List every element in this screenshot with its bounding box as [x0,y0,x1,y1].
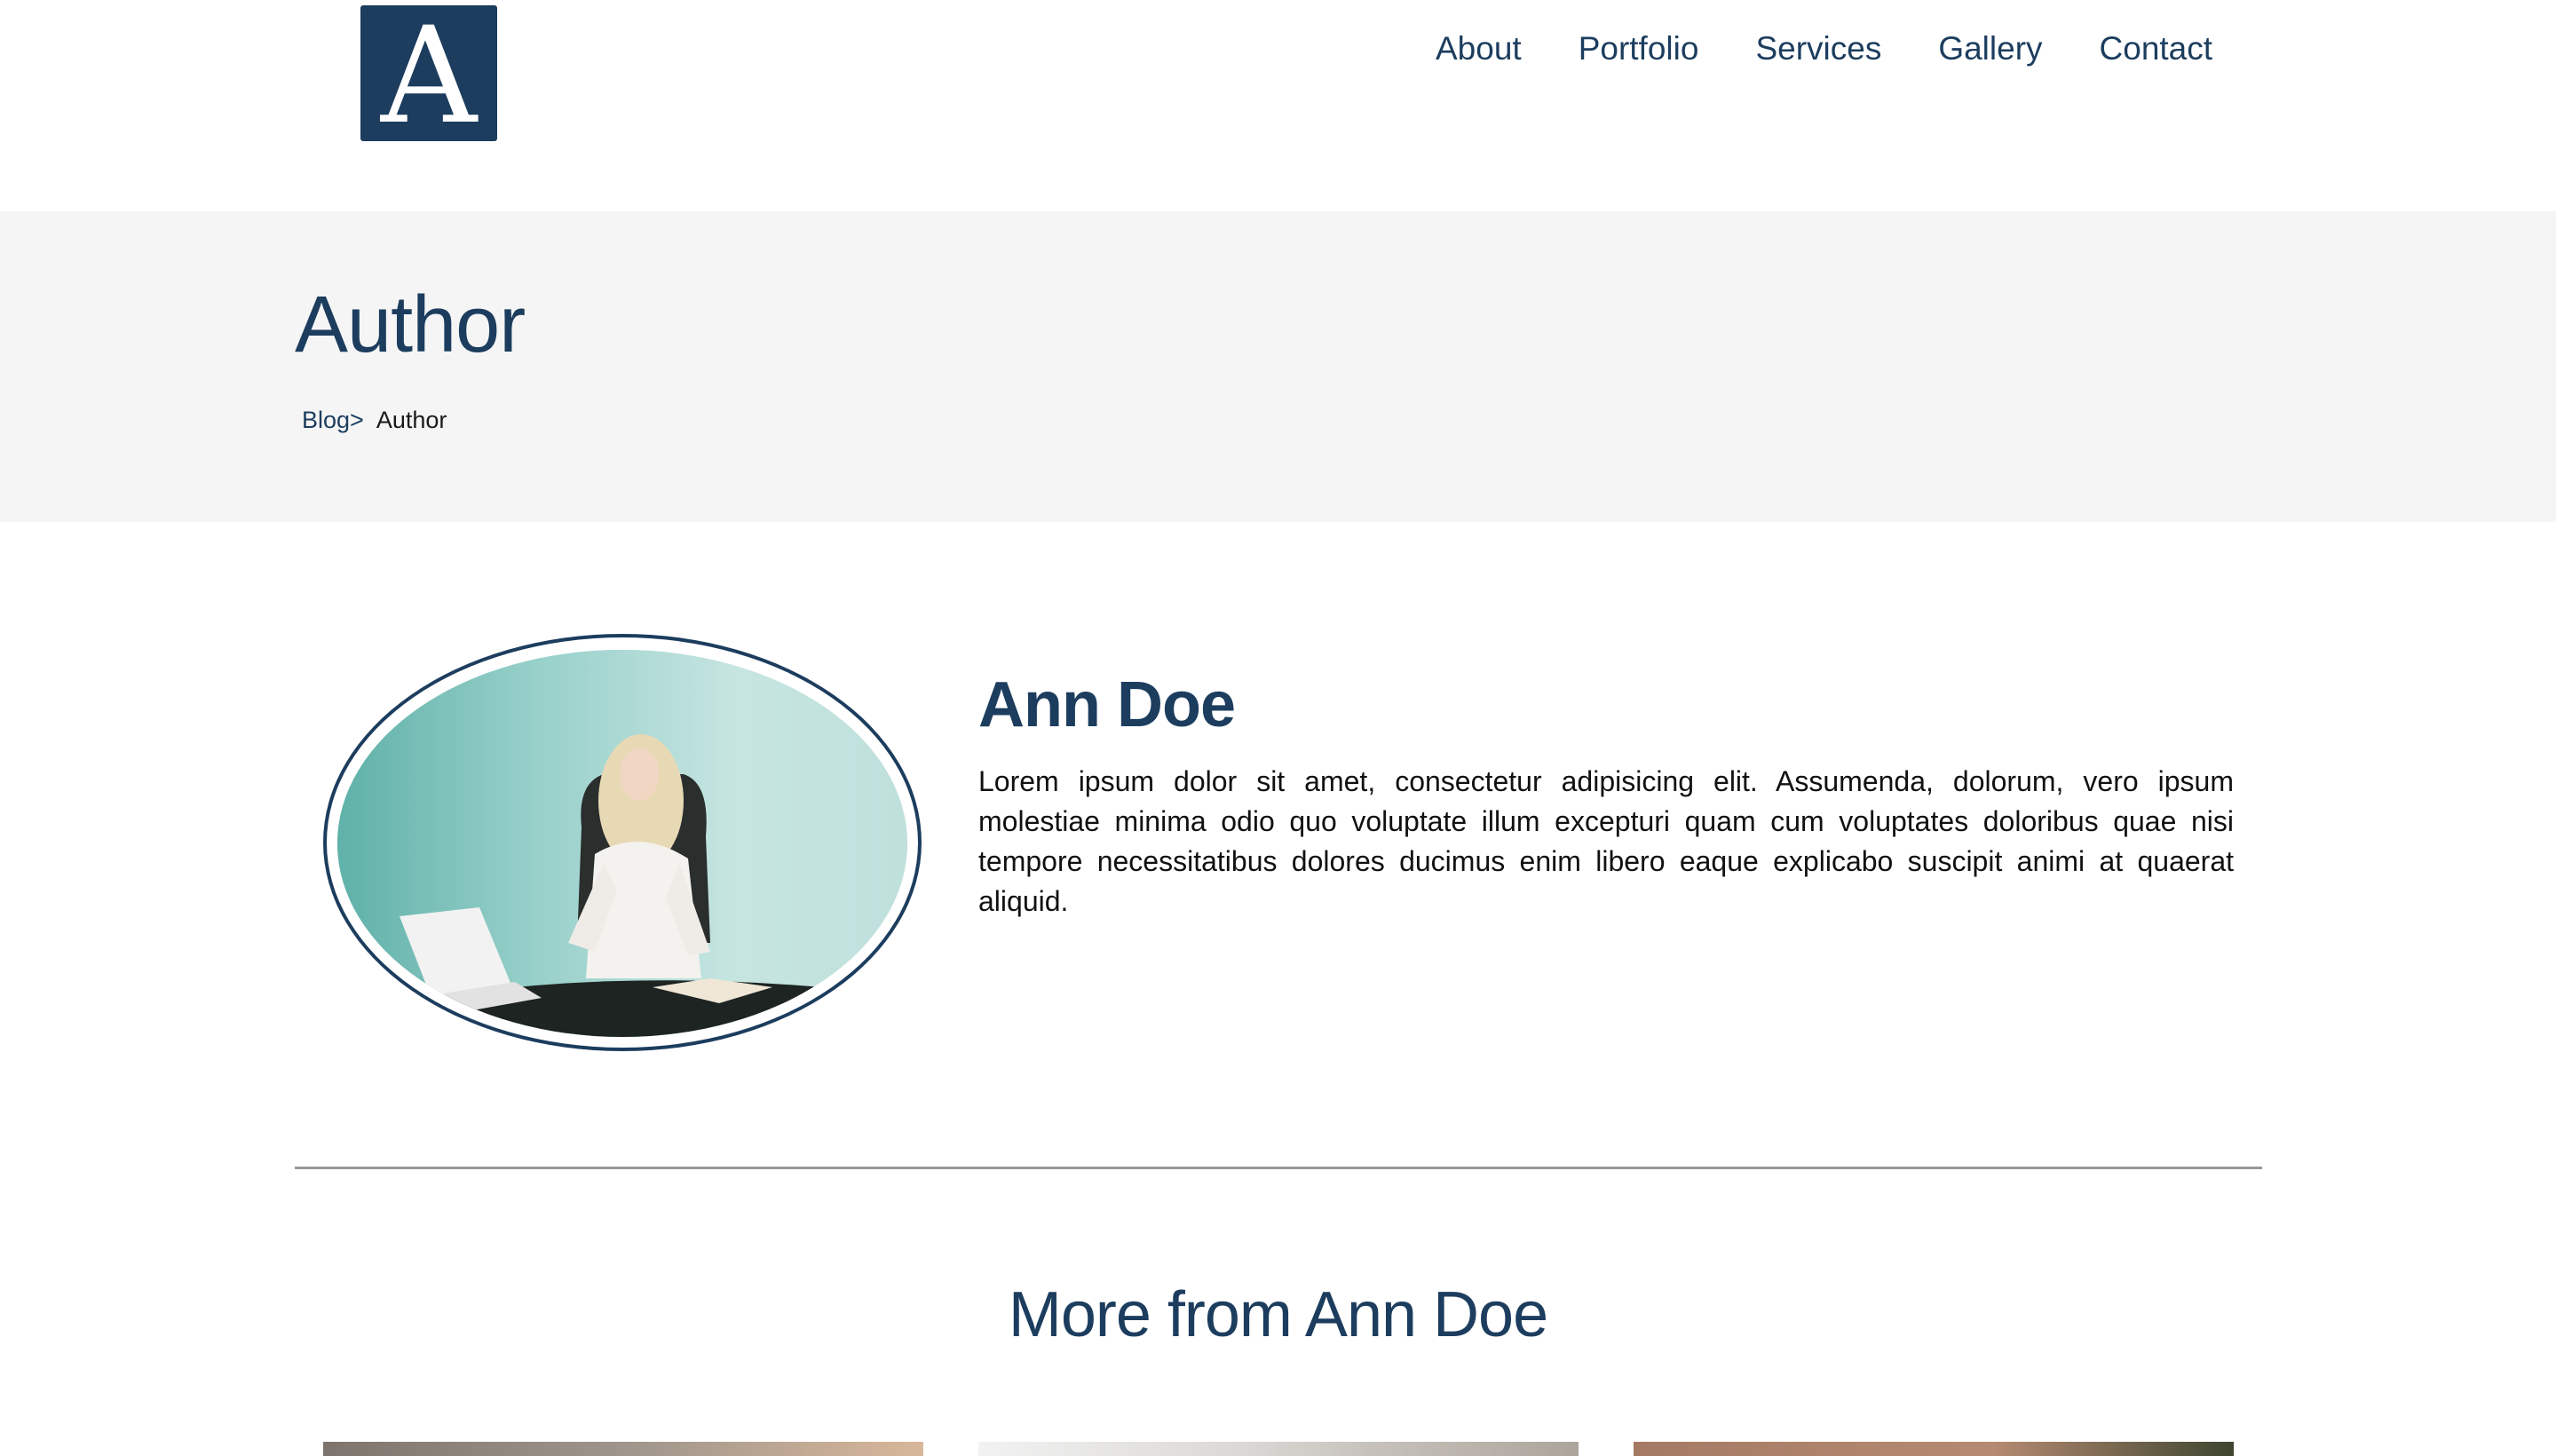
site-logo[interactable]: A [360,0,497,154]
author-name: Ann Doe [978,669,1236,740]
author-photo-illustration [337,650,907,1037]
author-bio: Lorem ipsum dolor sit amet, consectetur … [978,765,2234,917]
more-from-author-title: More from Ann Doe [1008,1279,1548,1350]
nav-about[interactable]: About [1436,29,1522,68]
nav-gallery[interactable]: Gallery [1938,29,2042,68]
page-title: Author [295,281,526,369]
logo-letter: A [380,0,478,154]
nav-portfolio[interactable]: Portfolio [1579,29,1699,68]
post-card-thumbnail[interactable] [978,1442,1579,1456]
breadcrumb-blog-link[interactable]: Blog> [302,407,364,433]
author-photo [337,650,907,1037]
nav-services[interactable]: Services [1755,29,1881,68]
breadcrumb-current: Author [376,407,447,433]
main-nav: About Portfolio Services Gallery Contact [1436,29,2269,68]
section-divider [295,1167,2262,1169]
post-card-thumbnail[interactable] [323,1442,923,1456]
breadcrumb: Blog> Author [302,405,447,435]
post-card-thumbnail[interactable] [1634,1442,2234,1456]
nav-contact[interactable]: Contact [2100,29,2213,68]
